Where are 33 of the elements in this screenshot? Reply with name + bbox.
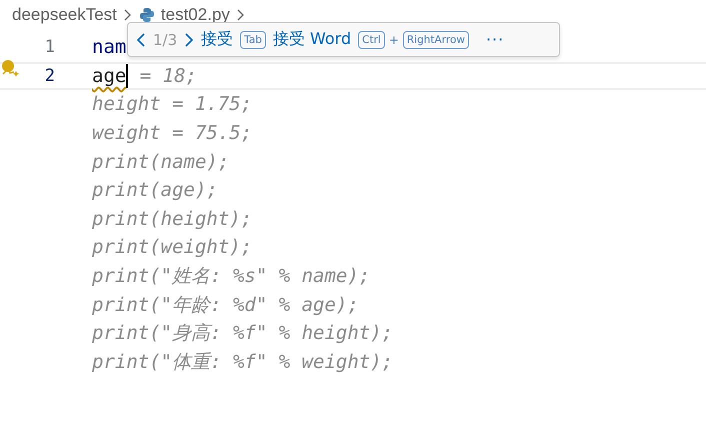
- chevron-icon: [236, 8, 246, 22]
- accept-button[interactable]: 接受 Word: [272, 29, 352, 50]
- ghost-text: print(weight);: [92, 236, 252, 258]
- plus-sign: +: [388, 32, 399, 46]
- ghost-text: print("年龄: %d" % age);: [92, 292, 359, 318]
- ghost-text: print(age);: [92, 179, 218, 202]
- keybinding-label: RightArrow: [402, 30, 469, 48]
- chevron-icon: [122, 8, 133, 22]
- ghost-text: height = 1.75;: [92, 93, 252, 116]
- suggestion-counter: 1/3: [153, 30, 178, 48]
- keybinding-label: Ctrl: [358, 30, 385, 48]
- ghost-text: weight = 75.5;: [92, 122, 252, 144]
- text-cursor: [126, 64, 128, 88]
- accept-button[interactable]: 接受: [201, 29, 234, 50]
- chevron-right-icon: [184, 32, 194, 48]
- ghost-text: = 18;: [138, 64, 197, 87]
- ghost-text: print(name);: [92, 150, 230, 173]
- keybinding-label: Tab: [240, 30, 266, 48]
- ghost-text: print("姓名: %s" % name);: [92, 264, 370, 290]
- line-number: 1: [44, 37, 55, 58]
- next-button[interactable]: [184, 32, 194, 48]
- chevron-left-icon: [136, 32, 146, 48]
- breadcrumb-item[interactable]: deepseekTest: [12, 5, 117, 25]
- ghost-text: print("身高: %f" % height);: [92, 321, 394, 346]
- python-icon: [138, 7, 155, 23]
- more-button[interactable]: ···: [486, 30, 504, 49]
- breadcrumb-item[interactable]: test02.py: [160, 5, 230, 25]
- previous-button[interactable]: [136, 32, 146, 48]
- code-text: nam: [92, 36, 126, 58]
- ghost-text: print("体重: %f" % weight);: [92, 350, 394, 375]
- line-number: 2: [44, 66, 55, 86]
- code-text: age: [92, 64, 126, 87]
- ghost-text: print(height);: [92, 208, 252, 230]
